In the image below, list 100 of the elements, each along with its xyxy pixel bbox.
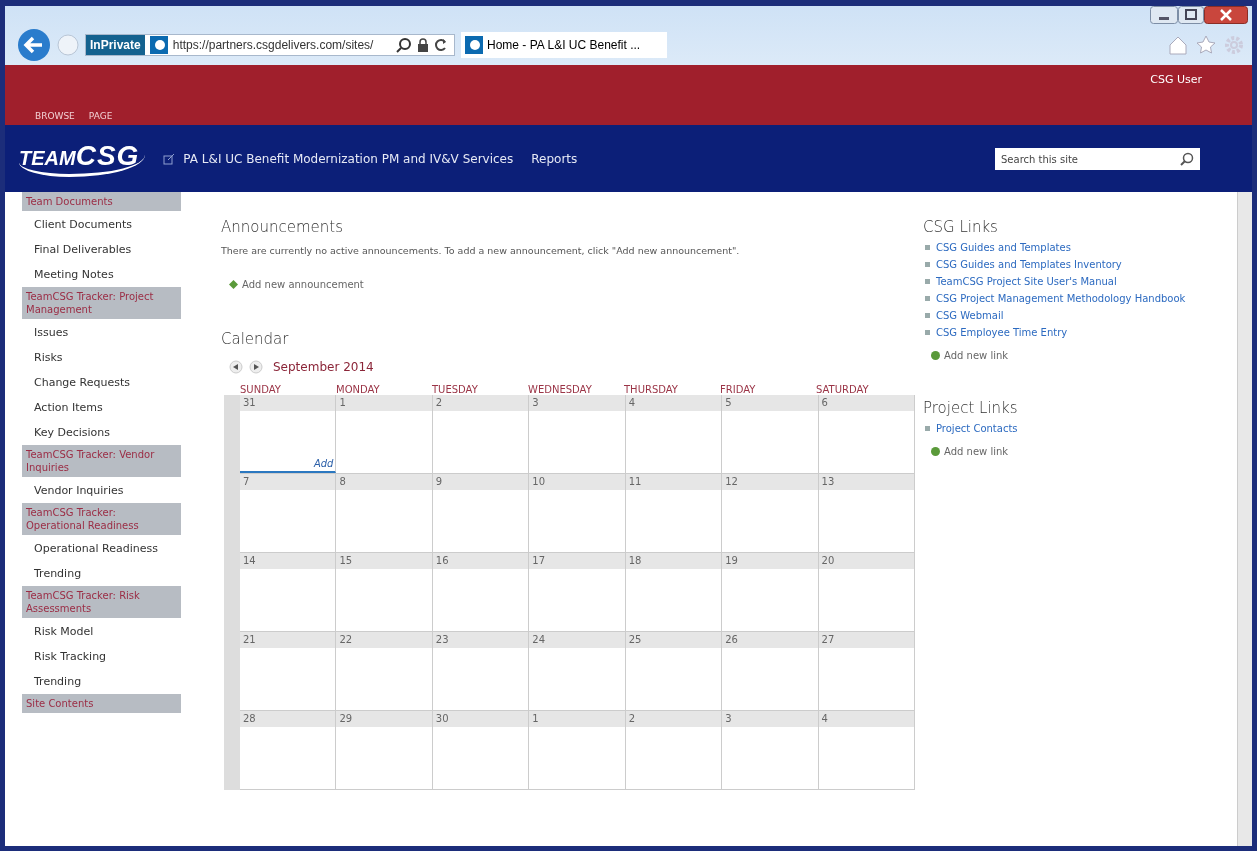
ribbon-tab[interactable]: BROWSE — [35, 111, 75, 121]
user-menu[interactable]: CSG User — [1150, 73, 1202, 95]
day-number: 23 — [432, 632, 529, 648]
link[interactable]: CSG Webmail — [936, 310, 1004, 321]
nav-item[interactable]: Client Documents — [22, 212, 181, 237]
day-number: 30 — [432, 711, 529, 727]
nav-heading[interactable]: Team Documents — [22, 192, 181, 211]
link[interactable]: TeamCSG Project Site User's Manual — [936, 276, 1117, 287]
day-number: 2 — [625, 711, 722, 727]
weekday-label: THURSDAY — [624, 384, 679, 395]
weekday-label: SUNDAY — [240, 384, 282, 395]
add-icon — [229, 280, 238, 289]
site-logo[interactable]: TEAMCSG — [19, 140, 146, 177]
day-number: 1 — [336, 395, 432, 411]
ribbon-tab[interactable]: PAGE — [88, 111, 113, 121]
nav-item[interactable]: Meeting Notes — [22, 262, 181, 287]
add-link[interactable]: Add new announcement — [242, 279, 364, 290]
bullet-icon — [925, 245, 930, 250]
nav-item[interactable]: Risk Tracking — [22, 644, 181, 669]
day-number: 28 — [240, 711, 336, 727]
day-number: 5 — [722, 395, 818, 411]
weekday-label: WEDNESDAY — [528, 384, 593, 395]
day-number: 10 — [529, 474, 625, 490]
info-text: There are currently no active announcements. To add a new announcement, click "Add new announcement". — [221, 245, 741, 256]
add-event-link[interactable]: Add — [313, 458, 334, 469]
scrollbar[interactable] — [1237, 192, 1252, 846]
day-number: 3 — [529, 395, 625, 411]
nav-item[interactable]: Risks — [22, 345, 181, 370]
day-number: 4 — [625, 395, 722, 411]
refresh-icon[interactable] — [434, 38, 448, 52]
bullet-icon — [925, 296, 930, 301]
nav-item[interactable]: Operational Readiness — [22, 536, 181, 561]
nav-item[interactable]: Change Requests — [22, 370, 181, 395]
section-title: Project Links — [923, 399, 1019, 417]
link[interactable]: CSG Guides and Templates Inventory — [936, 259, 1122, 270]
day-number: 19 — [722, 553, 818, 569]
day-number: 14 — [240, 553, 336, 569]
link[interactable]: Project Contacts — [936, 423, 1018, 434]
nav-heading[interactable]: TeamCSG Tracker: Vendor Inquiries — [22, 445, 181, 477]
weekday-label: FRIDAY — [720, 384, 757, 395]
nav-item[interactable]: Vendor Inquiries — [22, 478, 181, 503]
weekday-label: SATURDAY — [816, 384, 870, 395]
link[interactable]: CSG Guides and Templates — [936, 242, 1071, 253]
day-number: 29 — [336, 711, 432, 727]
day-number: 27 — [818, 632, 914, 648]
maximize-icon[interactable] — [1178, 6, 1204, 24]
section-title: Announcements — [221, 218, 344, 236]
day-number: 3 — [722, 711, 818, 727]
weekday-label: TUESDAY — [432, 384, 479, 395]
nav-heading[interactable]: TeamCSG Tracker: Operational Readiness — [22, 503, 181, 535]
bullet-icon — [925, 279, 930, 284]
minimize-icon[interactable] — [1150, 6, 1178, 24]
day-number: 12 — [722, 474, 818, 490]
back-icon[interactable] — [17, 28, 51, 62]
day-number: 21 — [240, 632, 336, 648]
month-label: September 2014 — [273, 360, 374, 374]
nav-heading[interactable]: TeamCSG Tracker: Project Management — [22, 287, 181, 319]
previous-icon[interactable] — [229, 360, 243, 374]
weekday-label: MONDAY — [336, 384, 381, 395]
add-icon — [931, 447, 940, 456]
day-number: 20 — [818, 553, 914, 569]
add-icon — [931, 351, 940, 360]
bullet-icon — [925, 426, 930, 431]
day-number: 4 — [818, 711, 914, 727]
nav-item[interactable]: Trending — [22, 669, 181, 694]
browser-tab[interactable]: Home - PA L&I UC Benefit ... — [461, 32, 667, 58]
add-link[interactable]: Add new link — [944, 350, 1009, 361]
link[interactable]: CSG Employee Time Entry — [936, 327, 1068, 338]
star-icon[interactable] — [1196, 35, 1216, 55]
day-number: 7 — [240, 474, 336, 490]
close-icon[interactable] — [1204, 6, 1248, 24]
nav-item[interactable]: Final Deliverables — [22, 237, 181, 262]
nav-heading[interactable]: TeamCSG Tracker: Risk Assessments — [22, 586, 181, 618]
day-number: 25 — [625, 632, 722, 648]
next-icon[interactable] — [249, 360, 263, 374]
nav-item[interactable]: Action Items — [22, 395, 181, 420]
bullet-icon — [925, 313, 930, 318]
lock-icon — [417, 38, 429, 52]
nav-item[interactable]: Trending — [22, 561, 181, 586]
add-link[interactable]: Add new link — [944, 446, 1009, 457]
edit-icon[interactable] — [163, 152, 176, 165]
nav-item[interactable]: Key Decisions — [22, 420, 181, 445]
day-number: 11 — [625, 474, 722, 490]
nav-link[interactable]: PA L&I UC Benefit Modernization PM and IV&V Services — [183, 151, 514, 166]
search-field[interactable]: Search this site — [995, 148, 1200, 170]
link[interactable]: CSG Project Management Methodology Handbook — [936, 293, 1186, 304]
nav-item[interactable]: Risk Model — [22, 619, 181, 644]
day-number: 9 — [432, 474, 529, 490]
day-number: 15 — [336, 553, 432, 569]
address-text: https://partners.csgdelivers.com/sites/ — [172, 38, 375, 52]
day-number: 31 — [240, 395, 336, 411]
nav-heading[interactable]: Site Contents — [22, 694, 181, 713]
tab-title: Home - PA L&I UC Benefit ... — [487, 38, 641, 52]
search-icon[interactable] — [1180, 151, 1194, 166]
search-icon — [396, 37, 412, 53]
address-bar[interactable]: InPrivate https://partners.csgdelivers.com/sites/ — [85, 34, 455, 56]
section-title: Calendar — [221, 330, 290, 348]
nav-item[interactable]: Issues — [22, 320, 181, 345]
day-number: 13 — [818, 474, 914, 490]
nav-link[interactable]: Reports — [531, 151, 578, 166]
